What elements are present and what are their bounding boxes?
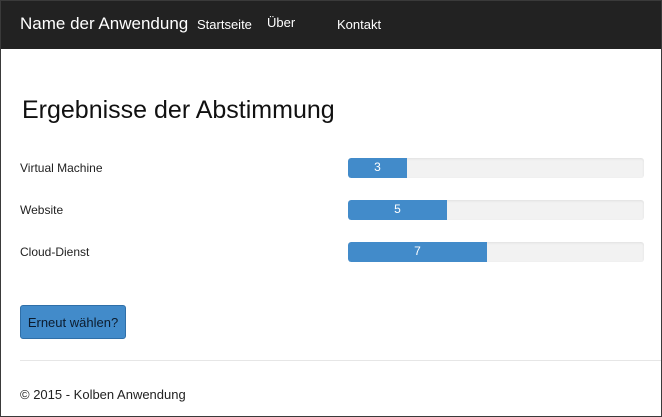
nav-link-startseite[interactable]: Startseite <box>197 17 252 32</box>
progress-bar: 3 <box>348 158 644 178</box>
nav-link-kontakt[interactable]: Kontakt <box>337 17 381 32</box>
result-row-website: Website 5 <box>1 200 661 222</box>
footer-copyright: © 2015 - Kolben Anwendung <box>20 387 186 402</box>
result-label: Website <box>20 203 64 217</box>
page: Name der Anwendung Startseite Über Konta… <box>0 0 662 417</box>
result-label: Virtual Machine <box>20 161 103 175</box>
progress-fill: 7 <box>348 242 487 262</box>
nav-link-ueber[interactable]: Über <box>267 15 295 30</box>
result-label: Cloud-Dienst <box>20 245 90 259</box>
progress-value: 3 <box>374 160 381 174</box>
page-title: Ergebnisse der Abstimmung <box>22 96 335 124</box>
progress-fill: 3 <box>348 158 407 178</box>
footer-divider <box>20 360 661 361</box>
progress-bar: 7 <box>348 242 644 262</box>
result-row-cloud-dienst: Cloud-Dienst 7 <box>1 242 661 264</box>
progress-bar: 5 <box>348 200 644 220</box>
vote-again-button[interactable]: Erneut wählen? <box>20 305 126 339</box>
progress-value: 5 <box>394 202 401 216</box>
navbar: Name der Anwendung Startseite Über Konta… <box>1 1 661 49</box>
progress-fill: 5 <box>348 200 447 220</box>
progress-value: 7 <box>414 244 421 258</box>
result-row-virtual-machine: Virtual Machine 3 <box>1 158 661 180</box>
navbar-brand[interactable]: Name der Anwendung <box>20 14 188 34</box>
